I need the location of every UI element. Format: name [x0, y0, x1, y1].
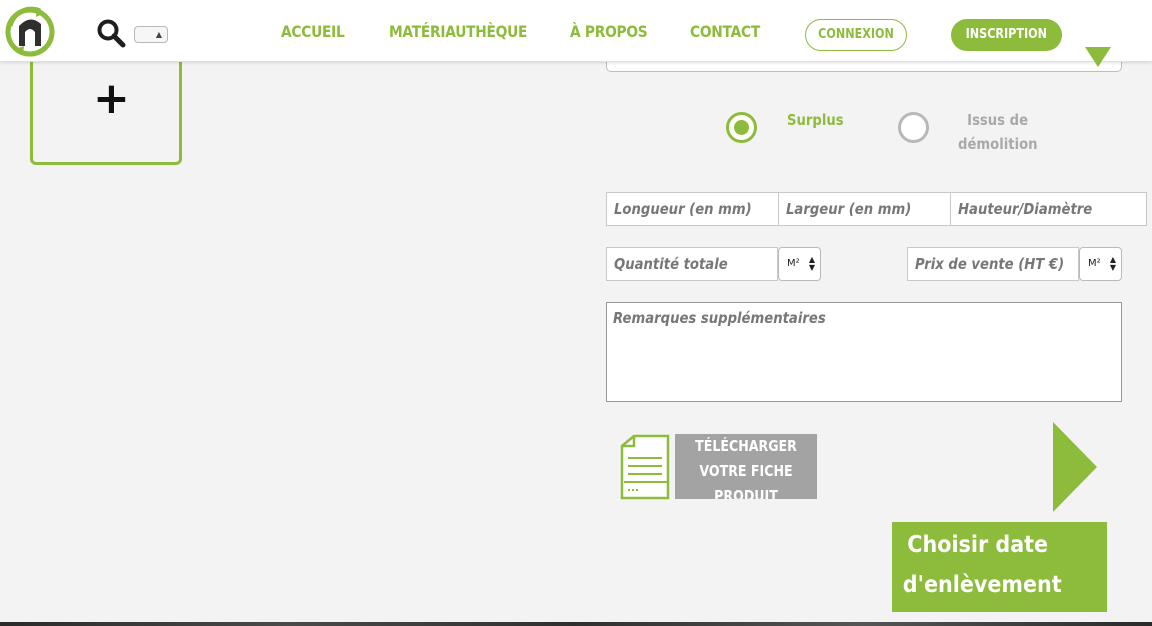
nav-item-accueil[interactable]: ACCUEIL	[281, 22, 345, 41]
remarks-textarea[interactable]: Remarques supplémentaires	[606, 302, 1122, 402]
connexion-button[interactable]: CONNEXION	[805, 19, 907, 51]
inscription-button-label: INSCRIPTION	[965, 27, 1048, 42]
nav-item-contact[interactable]: CONTACT	[690, 22, 760, 41]
page: ▲︎ ACCUEIL MATÉRIAUTHÈQUE À PROPOS CONTA…	[0, 0, 1152, 622]
document-icon[interactable]	[618, 434, 672, 502]
download-product-sheet-button[interactable]: TÉLÉCHARGER VOTRE FICHE PRODUIT	[675, 434, 817, 499]
radio-demolition[interactable]	[898, 112, 929, 143]
inscription-button[interactable]: INSCRIPTION	[951, 19, 1062, 51]
background-strip	[0, 622, 1152, 626]
length-placeholder: Longueur (en mm)	[614, 200, 752, 218]
radio-surplus-label: Surplus	[787, 111, 844, 129]
date-button-line1: Choisir date	[907, 532, 1049, 558]
remarks-placeholder: Remarques supplémentaires	[613, 309, 826, 327]
updown-arrow-icon: ▲ ▼	[808, 255, 815, 272]
price-unit-value: M²	[1088, 258, 1101, 269]
chevron-down-icon[interactable]	[1085, 47, 1111, 67]
height-placeholder: Hauteur/Diamètre	[958, 200, 1093, 218]
width-placeholder: Largeur (en mm)	[786, 200, 912, 218]
search-icon[interactable]	[96, 18, 126, 48]
next-arrow-icon[interactable]	[1053, 422, 1097, 512]
height-field[interactable]: Hauteur/Diamètre	[950, 192, 1147, 226]
length-field[interactable]: Longueur (en mm)	[606, 192, 779, 226]
site-header: ▲︎ ACCUEIL MATÉRIAUTHÈQUE À PROPOS CONTA…	[0, 0, 1152, 62]
nav-item-materiautheque[interactable]: MATÉRIAUTHÈQUE	[389, 22, 527, 41]
quantity-unit-value: M²	[787, 258, 800, 269]
nav-item-a-propos[interactable]: À PROPOS	[570, 22, 648, 41]
connexion-button-label: CONNEXION	[818, 27, 894, 42]
price-placeholder: Prix de vente (HT €)	[915, 255, 1065, 273]
quantity-unit-select[interactable]: M² ▲ ▼	[778, 247, 821, 281]
radio-demolition-label: Issus de démolition	[958, 111, 1038, 153]
download-label: TÉLÉCHARGER VOTRE FICHE PRODUIT	[695, 437, 797, 499]
price-unit-select[interactable]: M² ▲ ▼	[1079, 247, 1122, 281]
quantity-field[interactable]: Quantité totale	[606, 247, 778, 281]
updown-arrow-icon: ▲ ▼	[1109, 255, 1116, 272]
choose-pickup-date-button[interactable]: Choisir date d'enlèvement	[892, 522, 1107, 612]
price-field[interactable]: Prix de vente (HT €)	[907, 247, 1079, 281]
logo-icon[interactable]	[4, 6, 56, 58]
search-category-select[interactable]: ▲︎	[134, 26, 168, 43]
plus-icon: +	[93, 73, 130, 124]
radio-surplus[interactable]	[726, 112, 757, 143]
quantity-placeholder: Quantité totale	[614, 255, 728, 273]
date-button-line2: d'enlèvement	[902, 572, 1062, 598]
width-field[interactable]: Largeur (en mm)	[778, 192, 951, 226]
